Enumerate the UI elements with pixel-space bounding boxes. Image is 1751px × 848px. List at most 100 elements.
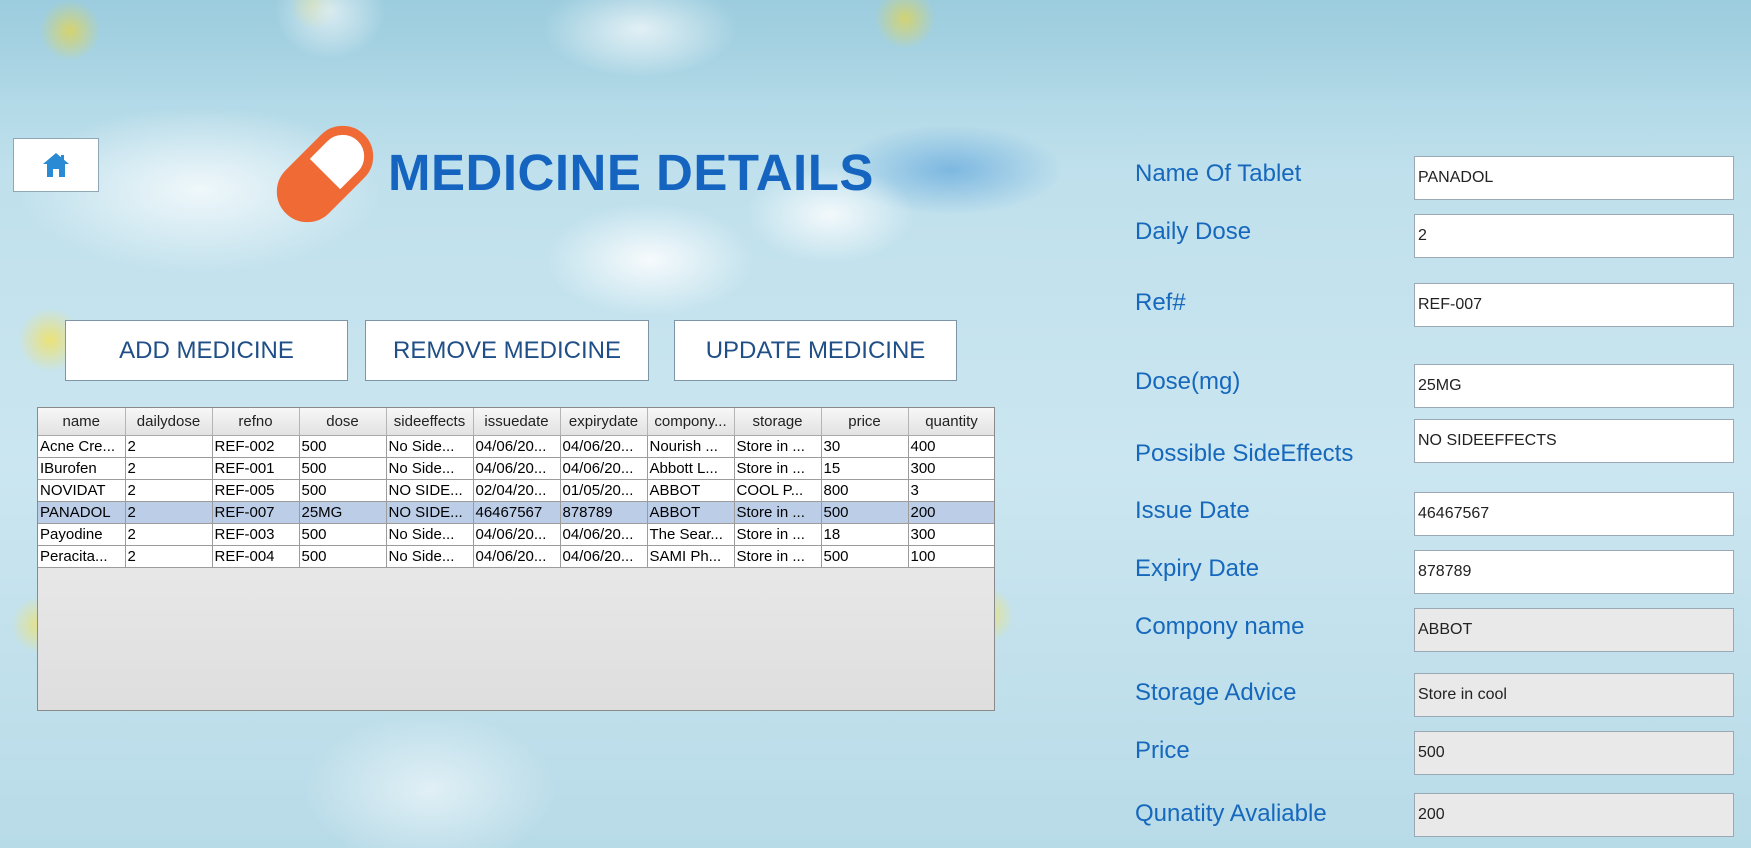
table-cell[interactable]: NO SIDE...: [386, 479, 474, 502]
table-cell[interactable]: 100: [908, 545, 994, 568]
table-cell[interactable]: 800: [821, 479, 909, 502]
price-input[interactable]: [1414, 731, 1734, 775]
table-cell[interactable]: 500: [821, 501, 909, 524]
possible-sideeffects-input[interactable]: [1414, 419, 1734, 463]
column-header-1[interactable]: dailydose: [125, 408, 213, 436]
table-cell[interactable]: Store in ...: [734, 501, 822, 524]
table-cell[interactable]: 2: [125, 545, 213, 568]
table-cell[interactable]: REF-004: [212, 545, 300, 568]
table-cell[interactable]: 04/06/20...: [560, 435, 648, 458]
table-cell[interactable]: 2: [125, 435, 213, 458]
table-cell[interactable]: 2: [125, 457, 213, 480]
column-header-6[interactable]: expirydate: [560, 408, 648, 436]
issue-date-input[interactable]: [1414, 492, 1734, 536]
table-cell[interactable]: 500: [299, 545, 387, 568]
table-cell[interactable]: 04/06/20...: [473, 523, 561, 546]
update-medicine-button[interactable]: UPDATE MEDICINE: [674, 320, 957, 381]
table-cell[interactable]: REF-001: [212, 457, 300, 480]
table-cell[interactable]: REF-005: [212, 479, 300, 502]
table-row[interactable]: Acne Cre... 2 REF-002 500 No Side... 04/06/20…: [38, 435, 994, 458]
table-cell[interactable]: No Side...: [386, 523, 474, 546]
table-cell[interactable]: 300: [908, 457, 994, 480]
table-row[interactable]: Peracita... 2 REF-004 500 No Side... 04/06/20…: [38, 545, 994, 568]
table-cell[interactable]: 500: [299, 435, 387, 458]
column-header-10[interactable]: quantity: [908, 408, 994, 436]
table-cell[interactable]: Store in ...: [734, 523, 822, 546]
table-cell[interactable]: 18: [821, 523, 909, 546]
table-cell[interactable]: NO SIDE...: [386, 501, 474, 524]
table-cell[interactable]: No Side...: [386, 545, 474, 568]
table-cell[interactable]: 500: [299, 457, 387, 480]
remove-medicine-button[interactable]: REMOVE MEDICINE: [365, 320, 649, 381]
column-header-7[interactable]: compony...: [647, 408, 735, 436]
table-cell[interactable]: PANADOL: [38, 501, 126, 524]
column-header-2[interactable]: refno: [212, 408, 300, 436]
table-row[interactable]: IBurofen 2 REF-001 500 No Side... 04/06/20...…: [38, 457, 994, 480]
column-header-9[interactable]: price: [821, 408, 909, 436]
medicine-table[interactable]: name dailydose refno dose sideeffects issueda…: [37, 407, 995, 711]
dose-mg-input[interactable]: [1414, 364, 1734, 408]
table-cell[interactable]: REF-002: [212, 435, 300, 458]
column-header-4[interactable]: sideeffects: [386, 408, 474, 436]
table-cell[interactable]: Payodine: [38, 523, 126, 546]
column-header-5[interactable]: issuedate: [473, 408, 561, 436]
table-cell[interactable]: Store in ...: [734, 545, 822, 568]
table-cell[interactable]: 01/05/20...: [560, 479, 648, 502]
daily-dose-input[interactable]: [1414, 214, 1734, 258]
company-name-input[interactable]: [1414, 608, 1734, 652]
name-of-tablet-input[interactable]: [1414, 156, 1734, 200]
expiry-date-input[interactable]: [1414, 550, 1734, 594]
table-cell[interactable]: NOVIDAT: [38, 479, 126, 502]
column-header-8[interactable]: storage: [734, 408, 822, 436]
column-header-3[interactable]: dose: [299, 408, 387, 436]
table-cell[interactable]: 25MG: [299, 501, 387, 524]
table-cell[interactable]: 400: [908, 435, 994, 458]
table-cell[interactable]: 04/06/20...: [560, 457, 648, 480]
add-medicine-button[interactable]: ADD MEDICINE: [65, 320, 348, 381]
table-row[interactable]: NOVIDAT 2 REF-005 500 NO SIDE... 02/04/20... 0…: [38, 479, 994, 502]
home-button[interactable]: [13, 138, 99, 192]
table-cell[interactable]: 3: [908, 479, 994, 502]
table-cell[interactable]: 500: [821, 545, 909, 568]
table-cell[interactable]: REF-003: [212, 523, 300, 546]
table-cell[interactable]: 500: [299, 523, 387, 546]
table-cell[interactable]: Acne Cre...: [38, 435, 126, 458]
table-cell[interactable]: 2: [125, 523, 213, 546]
table-cell[interactable]: 46467567: [473, 501, 561, 524]
table-cell[interactable]: No Side...: [386, 457, 474, 480]
table-cell[interactable]: SAMI Ph...: [647, 545, 735, 568]
table-cell[interactable]: 2: [125, 501, 213, 524]
table-cell[interactable]: The Sear...: [647, 523, 735, 546]
table-cell[interactable]: 04/06/20...: [473, 457, 561, 480]
quantity-available-input[interactable]: [1414, 793, 1734, 837]
table-cell[interactable]: Store in ...: [734, 435, 822, 458]
table-cell[interactable]: 04/06/20...: [560, 523, 648, 546]
name-of-tablet-label: Name Of Tablet: [1135, 160, 1302, 187]
table-cell[interactable]: 500: [299, 479, 387, 502]
table-row[interactable]: Payodine 2 REF-003 500 No Side... 04/06/20...…: [38, 523, 994, 546]
column-header-0[interactable]: name: [38, 408, 126, 436]
table-cell[interactable]: 200: [908, 501, 994, 524]
table-cell[interactable]: 04/06/20...: [473, 435, 561, 458]
table-cell[interactable]: ABBOT: [647, 501, 735, 524]
table-cell[interactable]: REF-007: [212, 501, 300, 524]
table-cell[interactable]: Peracita...: [38, 545, 126, 568]
table-cell[interactable]: 04/06/20...: [473, 545, 561, 568]
table-cell[interactable]: 878789: [560, 501, 648, 524]
table-cell[interactable]: Store in ...: [734, 457, 822, 480]
table-cell[interactable]: 300: [908, 523, 994, 546]
table-cell[interactable]: COOL P...: [734, 479, 822, 502]
table-cell[interactable]: ABBOT: [647, 479, 735, 502]
table-cell[interactable]: 30: [821, 435, 909, 458]
ref-no-input[interactable]: [1414, 283, 1734, 327]
table-cell[interactable]: 2: [125, 479, 213, 502]
table-cell[interactable]: No Side...: [386, 435, 474, 458]
table-row[interactable]: PANADOL 2 REF-007 25MG NO SIDE... 46467567 878…: [38, 501, 994, 524]
storage-advice-input[interactable]: [1414, 673, 1734, 717]
table-cell[interactable]: 04/06/20...: [560, 545, 648, 568]
table-cell[interactable]: Abbott L...: [647, 457, 735, 480]
table-cell[interactable]: Nourish ...: [647, 435, 735, 458]
table-cell[interactable]: 02/04/20...: [473, 479, 561, 502]
table-cell[interactable]: IBurofen: [38, 457, 126, 480]
table-cell[interactable]: 15: [821, 457, 909, 480]
